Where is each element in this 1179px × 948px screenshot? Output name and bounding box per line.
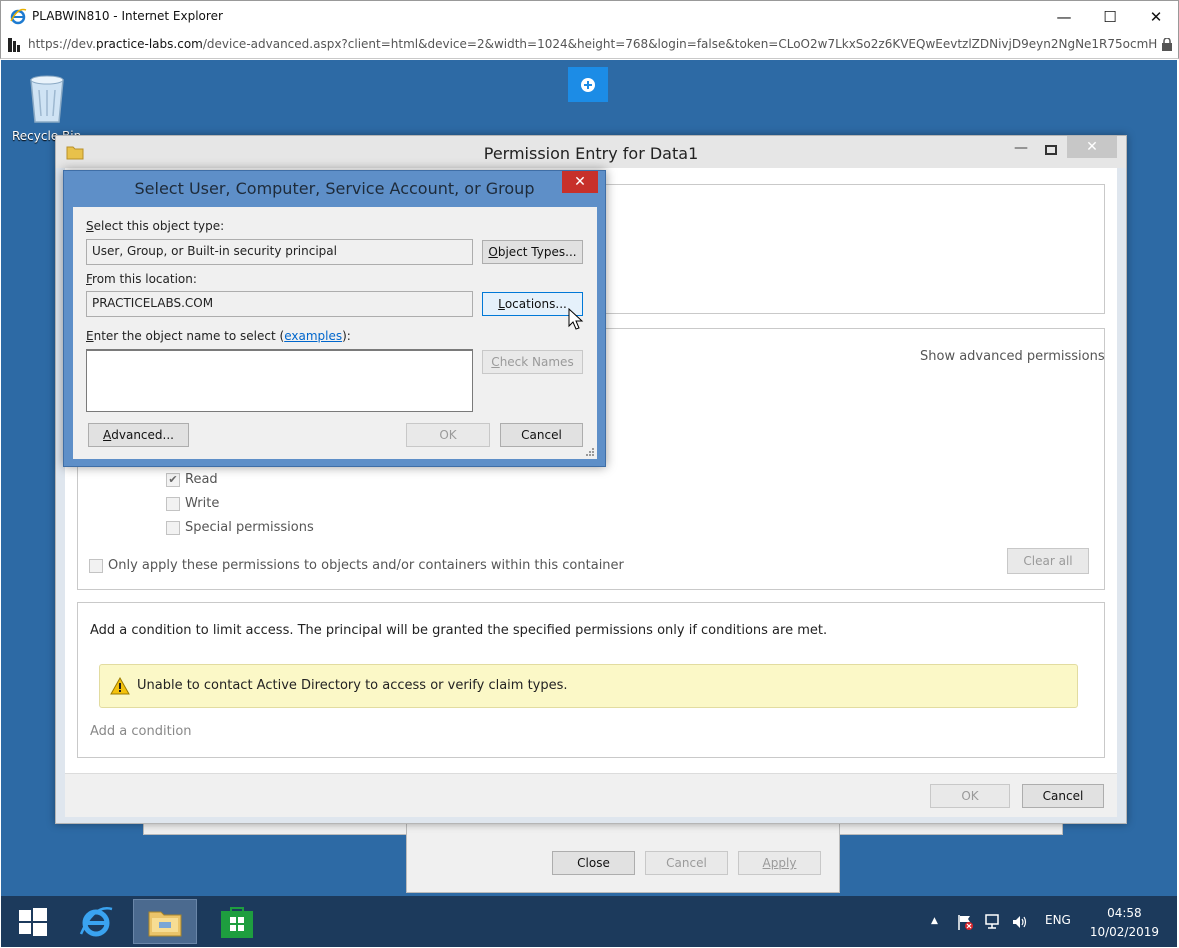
taskbar-store[interactable] xyxy=(205,899,269,944)
properties-cancel-button[interactable]: Cancel xyxy=(645,851,728,875)
select-dialog-body: Select this object type: User, Group, or… xyxy=(73,207,597,459)
network-icon[interactable] xyxy=(984,913,1002,931)
browser-titlebar: PLABWIN810 - Internet Explorer — ☐ ✕ xyxy=(0,0,1179,31)
maximize-icon xyxy=(1045,145,1057,155)
permission-minimize-button[interactable]: — xyxy=(1006,140,1036,162)
permission-cancel-button[interactable]: Cancel xyxy=(1022,784,1104,808)
object-types-label: bject Types... xyxy=(497,245,577,259)
object-types-button[interactable]: Object Types... xyxy=(482,240,583,264)
windows-logo-icon xyxy=(19,907,47,936)
warning-text: Unable to contact Active Directory to ac… xyxy=(137,678,568,693)
url-path: /device-advanced.aspx?client=html&device… xyxy=(202,37,1158,51)
read-label: Read xyxy=(185,472,218,487)
start-button[interactable] xyxy=(1,899,65,944)
address-bar[interactable]: https://dev.practice-labs.com/device-adv… xyxy=(0,31,1179,59)
browser-window-title: PLABWIN810 - Internet Explorer xyxy=(32,9,223,23)
object-name-label-end: ): xyxy=(342,329,351,343)
browser-minimize-button[interactable]: — xyxy=(1041,1,1087,32)
object-name-label: Enter the object name to select (example… xyxy=(86,329,351,343)
special-permissions-label: Special permissions xyxy=(185,520,314,535)
check-names-access-key: C xyxy=(491,355,500,369)
plus-circle-icon xyxy=(581,77,595,92)
resize-grip-icon[interactable] xyxy=(585,447,595,457)
mouse-cursor-icon xyxy=(568,308,584,330)
internet-explorer-icon xyxy=(79,906,113,936)
browser-close-button[interactable]: ✕ xyxy=(1133,1,1179,32)
write-checkbox[interactable] xyxy=(166,497,180,511)
properties-close-button[interactable]: Close xyxy=(552,851,635,875)
show-advanced-permissions-link[interactable]: Show advanced permissions xyxy=(920,349,1105,364)
permission-close-button[interactable]: ✕ xyxy=(1067,136,1117,158)
only-apply-checkbox[interactable] xyxy=(89,559,103,573)
advanced-access-key: A xyxy=(103,428,112,442)
permission-window-buttons: OK Cancel xyxy=(65,773,1117,817)
properties-apply-button[interactable]: Apply xyxy=(738,851,821,875)
clear-all-button[interactable]: Clear all xyxy=(1007,548,1089,574)
examples-link[interactable]: examples xyxy=(284,329,342,343)
object-name-input[interactable] xyxy=(86,349,473,412)
practice-labs-favicon-icon xyxy=(8,38,20,52)
select-user-dialog: Select User, Computer, Service Account, … xyxy=(63,170,606,467)
browser-maximize-button[interactable]: ☐ xyxy=(1087,1,1133,32)
location-label-text: rom this location: xyxy=(92,272,197,286)
select-dialog-title: Select User, Computer, Service Account, … xyxy=(134,179,535,198)
recycle-bin-icon xyxy=(30,75,64,123)
select-cancel-button[interactable]: Cancel xyxy=(500,423,583,447)
object-type-label-access-key: S xyxy=(86,219,94,233)
select-dialog-close-button[interactable]: ✕ xyxy=(562,171,598,193)
taskbar-file-explorer[interactable] xyxy=(133,899,197,944)
object-name-access-key: E xyxy=(86,329,94,343)
add-condition-link[interactable]: Add a condition xyxy=(90,724,192,739)
object-types-access-key: O xyxy=(488,245,498,259)
session-toolbar-toggle[interactable] xyxy=(568,67,608,102)
locations-access-key: L xyxy=(498,297,505,311)
permission-window-titlebar: Permission Entry for Data1 — ✕ xyxy=(56,136,1126,168)
object-type-field: User, Group, or Built-in security princi… xyxy=(86,239,473,265)
url-prefix: https://dev. xyxy=(28,37,96,51)
warning-icon xyxy=(110,677,130,695)
location-label: From this location: xyxy=(86,272,197,286)
clock-time: 04:58 xyxy=(1107,906,1142,920)
apply-label: Apply xyxy=(762,856,797,870)
taskbar-internet-explorer[interactable] xyxy=(64,899,128,944)
condition-description: Add a condition to limit access. The pri… xyxy=(90,623,828,638)
object-name-label-text: nter the object name to select ( xyxy=(93,329,285,343)
object-type-label: Select this object type: xyxy=(86,219,224,233)
location-field: PRACTICELABS.COM xyxy=(86,291,473,317)
select-ok-button[interactable]: OK xyxy=(406,423,490,447)
url-text[interactable]: https://dev.practice-labs.com/device-adv… xyxy=(28,37,1158,51)
advanced-label: dvanced... xyxy=(111,428,174,442)
check-names-button[interactable]: Check Names xyxy=(482,350,583,374)
action-center-flag-icon[interactable] xyxy=(956,913,974,931)
permission-maximize-button[interactable] xyxy=(1036,140,1066,162)
url-domain: practice-labs.com xyxy=(96,37,203,51)
permission-window-title: Permission Entry for Data1 xyxy=(483,144,699,163)
only-apply-label: Only apply these permissions to objects … xyxy=(108,558,624,573)
clock-date: 10/02/2019 xyxy=(1089,925,1159,939)
condition-panel: Add a condition to limit access. The pri… xyxy=(77,602,1105,758)
lock-icon[interactable] xyxy=(1162,38,1172,51)
write-label: Write xyxy=(185,496,220,511)
object-type-label-text: elect this object type: xyxy=(93,219,225,233)
tray-overflow-icon[interactable]: ▲ xyxy=(931,916,938,926)
locations-label: ocations... xyxy=(504,297,567,311)
permission-ok-button[interactable]: OK xyxy=(930,784,1010,808)
store-icon xyxy=(221,906,253,938)
special-permissions-checkbox[interactable] xyxy=(166,521,180,535)
volume-icon[interactable] xyxy=(1011,913,1029,931)
taskbar-clock[interactable]: 04:58 10/02/2019 xyxy=(1090,904,1159,942)
advanced-button[interactable]: Advanced... xyxy=(88,423,189,447)
read-checkbox[interactable]: ✔ xyxy=(166,473,180,487)
file-explorer-icon xyxy=(148,911,182,936)
taskbar: ▲ ENG 04:58 10/02/2019 xyxy=(1,896,1177,947)
check-names-label: heck Names xyxy=(499,355,574,369)
warning-banner: Unable to contact Active Directory to ac… xyxy=(99,664,1078,708)
input-language-indicator[interactable]: ENG xyxy=(1045,913,1071,927)
internet-explorer-icon xyxy=(10,8,27,25)
